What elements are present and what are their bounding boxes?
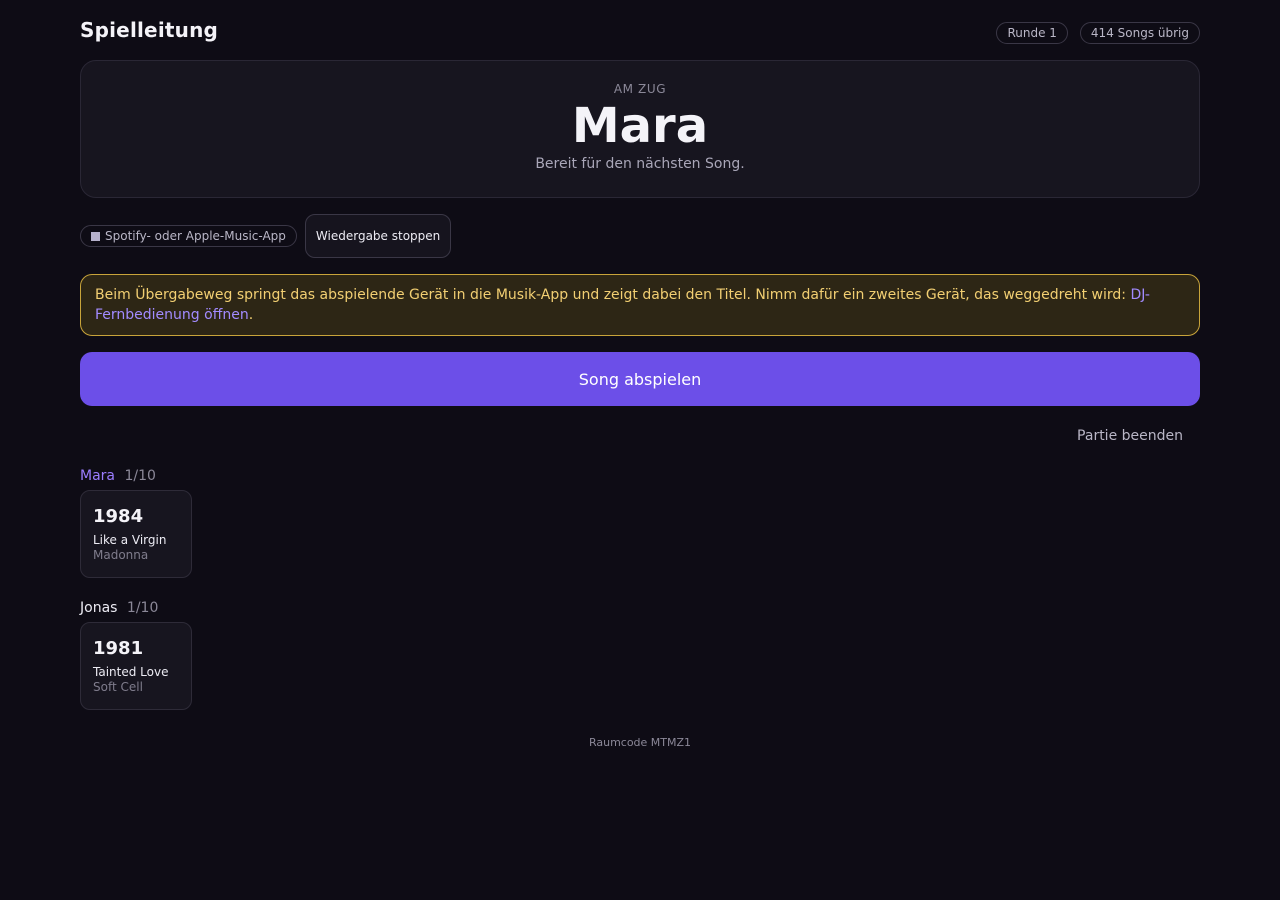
player-name: Mara (80, 468, 115, 484)
room-code: Raumcode MTMZ1 (588, 736, 692, 749)
notice-text: Beim Übergabeweg springt das abspielende… (95, 287, 1131, 303)
song-card: 1984 Like a Virgin Madonna (80, 490, 192, 578)
header: Spielleitung Runde 1 414 Songs übrig (80, 0, 1200, 60)
status-badges: Runde 1 414 Songs übrig (996, 18, 1200, 44)
player-name: Jonas (80, 600, 118, 616)
end-game-row: Partie beenden (80, 406, 1200, 466)
turn-status: Bereit für den nächsten Song. (535, 156, 745, 172)
play-song-button[interactable]: Song abspielen (80, 352, 1200, 406)
stop-playback-button[interactable]: Wiedergabe stoppen (304, 214, 452, 258)
player-score: 1/10 (124, 468, 156, 484)
player-header: Mara 1/10 (80, 466, 1200, 490)
songs-remaining-badge: 414 Songs übrig (1079, 22, 1200, 44)
notice-suffix: . (248, 307, 254, 323)
current-player-name: Mara (571, 98, 709, 154)
end-game-button[interactable]: Partie beenden (1077, 428, 1183, 444)
music-app-chip-label: Spotify- oder Apple-Music-App (105, 229, 286, 243)
song-card: 1981 Tainted Love Soft Cell (80, 622, 192, 710)
current-turn-card: AM ZUG Mara Bereit für den nächsten Song… (80, 60, 1200, 198)
song-year: 1984 (93, 506, 144, 527)
player-timeline: Jonas 1/10 1981 Tainted Love Soft Cell (80, 598, 1200, 710)
player-score: 1/10 (126, 600, 159, 616)
music-app-chip[interactable]: Spotify- oder Apple-Music-App (80, 225, 297, 247)
player-timeline: Mara 1/10 1984 Like a Virgin Madonna (80, 466, 1200, 578)
page-title: Spielleitung (80, 18, 219, 42)
song-title: Tainted Love (93, 665, 169, 679)
round-badge: Runde 1 (996, 22, 1068, 44)
stop-square-icon (91, 231, 100, 241)
song-title: Like a Virgin (93, 533, 167, 547)
turn-label: AM ZUG (613, 82, 667, 96)
host-page: Spielleitung Runde 1 414 Songs übrig AM … (80, 0, 1200, 749)
player-header: Jonas 1/10 (80, 598, 1200, 622)
handover-notice: Beim Übergabeweg springt das abspielende… (80, 274, 1200, 336)
playback-controls: Spotify- oder Apple-Music-App Wiedergabe… (80, 214, 1200, 258)
song-year: 1981 (93, 638, 144, 659)
song-artist: Soft Cell (93, 680, 143, 694)
song-artist: Madonna (93, 548, 149, 562)
